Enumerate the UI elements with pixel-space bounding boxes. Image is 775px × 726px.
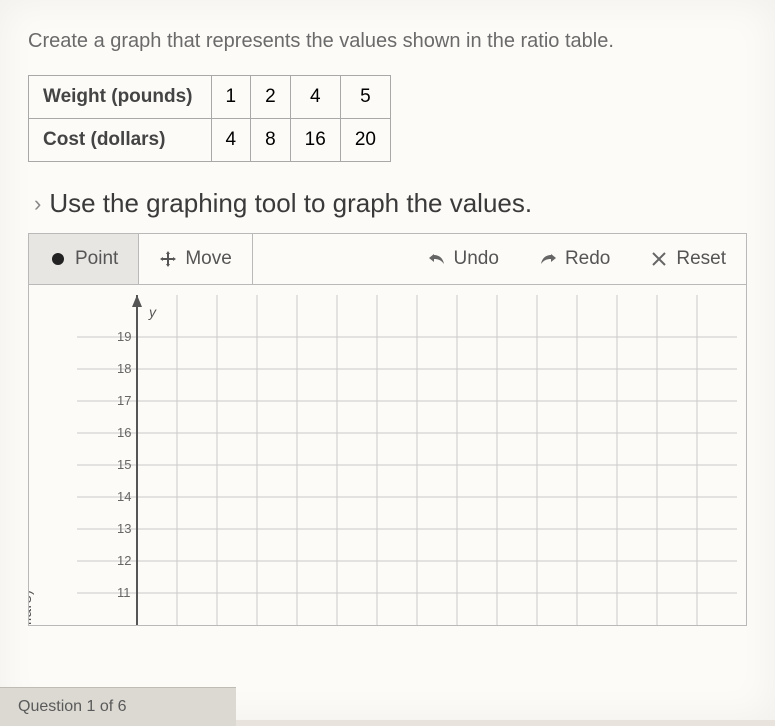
reset-button[interactable]: Reset bbox=[630, 234, 746, 284]
y-tick: 13 bbox=[117, 521, 131, 536]
row-label-cost: Cost (dollars) bbox=[29, 119, 212, 162]
cell: 2 bbox=[251, 76, 291, 119]
cell: 4 bbox=[290, 76, 340, 119]
cell: 16 bbox=[290, 119, 340, 162]
y-tick: 17 bbox=[117, 393, 131, 408]
point-icon bbox=[49, 250, 67, 268]
move-icon bbox=[159, 250, 177, 268]
question-progress: Question 1 of 6 bbox=[0, 687, 236, 726]
undo-icon bbox=[428, 250, 446, 268]
graphing-tool: Point Move Undo Redo bbox=[28, 233, 747, 626]
table-row: Cost (dollars) 4 8 16 20 bbox=[29, 119, 391, 162]
graph-canvas[interactable]: llars) bbox=[29, 285, 746, 625]
undo-button[interactable]: Undo bbox=[408, 234, 519, 284]
question-prompt: Create a graph that represents the value… bbox=[28, 30, 747, 53]
redo-label: Redo bbox=[565, 248, 610, 270]
y-tick: 16 bbox=[117, 425, 131, 440]
cell: 8 bbox=[251, 119, 291, 162]
move-tool-button[interactable]: Move bbox=[139, 234, 252, 284]
point-label: Point bbox=[75, 248, 118, 270]
instruction-text: › Use the graphing tool to graph the valu… bbox=[34, 188, 747, 219]
ratio-table: Weight (pounds) 1 2 4 5 Cost (dollars) 4… bbox=[28, 75, 391, 162]
row-label-weight: Weight (pounds) bbox=[29, 76, 212, 119]
y-tick: 14 bbox=[117, 489, 131, 504]
y-axis-title: llars) bbox=[29, 590, 35, 626]
y-tick: 12 bbox=[117, 553, 131, 568]
y-tick: 11 bbox=[117, 585, 131, 600]
undo-label: Undo bbox=[454, 248, 499, 270]
y-axis-letter: y bbox=[148, 304, 157, 320]
cell: 1 bbox=[211, 76, 251, 119]
reset-label: Reset bbox=[676, 248, 726, 270]
y-tick: 15 bbox=[117, 457, 131, 472]
redo-icon bbox=[539, 250, 557, 268]
graph-grid: 19 18 17 16 15 14 13 12 11 y bbox=[77, 295, 737, 625]
toolbar-spacer bbox=[253, 234, 408, 284]
redo-button[interactable]: Redo bbox=[519, 234, 630, 284]
instruction-label: Use the graphing tool to graph the value… bbox=[49, 188, 532, 218]
cell: 5 bbox=[340, 76, 390, 119]
chevron-right-icon: › bbox=[34, 191, 41, 216]
move-label: Move bbox=[185, 248, 231, 270]
point-tool-button[interactable]: Point bbox=[29, 234, 139, 284]
cell: 4 bbox=[211, 119, 251, 162]
y-tick: 18 bbox=[117, 361, 131, 376]
y-tick: 19 bbox=[117, 329, 131, 344]
table-row: Weight (pounds) 1 2 4 5 bbox=[29, 76, 391, 119]
graph-toolbar: Point Move Undo Redo bbox=[29, 234, 746, 285]
cell: 20 bbox=[340, 119, 390, 162]
close-icon bbox=[650, 250, 668, 268]
